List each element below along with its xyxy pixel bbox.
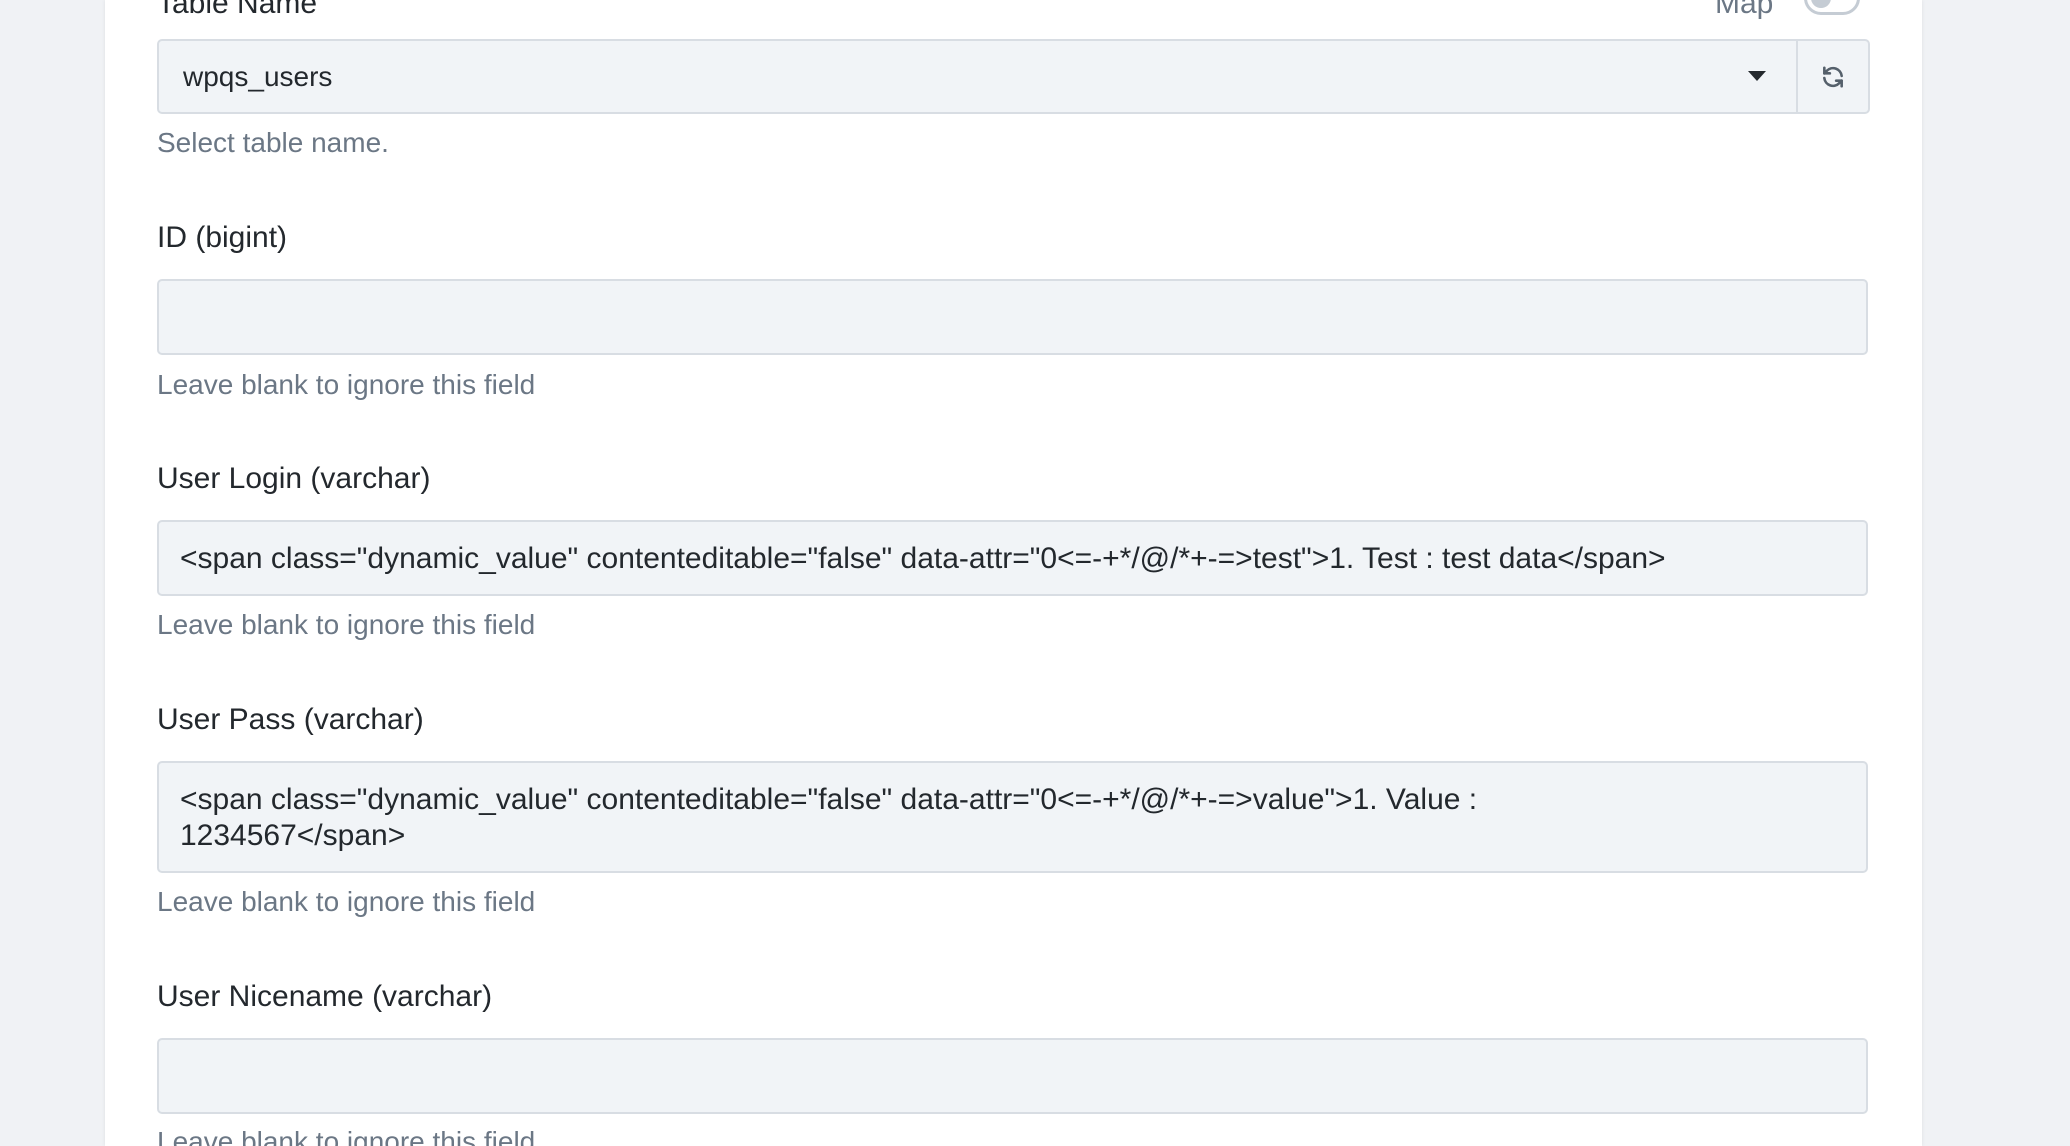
map-label: Map bbox=[1715, 0, 1774, 20]
refresh-tables-button[interactable] bbox=[1798, 39, 1870, 114]
map-toggle[interactable] bbox=[1804, 0, 1860, 15]
user-login-label: User Login (varchar) bbox=[157, 462, 431, 495]
id-field-input[interactable] bbox=[157, 279, 1868, 355]
refresh-icon bbox=[1823, 65, 1843, 88]
user-nicename-input[interactable] bbox=[157, 1038, 1868, 1114]
user-login-value: <span class="dynamic_value" contentedita… bbox=[180, 542, 1666, 575]
user-login-input[interactable]: <span class="dynamic_value" contentedita… bbox=[157, 520, 1868, 596]
toggle-knob bbox=[1811, 0, 1831, 8]
user-pass-label: User Pass (varchar) bbox=[157, 703, 424, 736]
user-nicename-label: User Nicename (varchar) bbox=[157, 980, 493, 1013]
chevron-down-icon bbox=[1748, 71, 1766, 81]
user-pass-input[interactable]: <span class="dynamic_value" contentedita… bbox=[157, 761, 1868, 873]
user-nicename-help: Leave blank to ignore this field bbox=[157, 1126, 536, 1146]
id-field-label: ID (bigint) bbox=[157, 221, 288, 254]
user-pass-value: <span class="dynamic_value" contentedita… bbox=[180, 783, 1478, 852]
table-name-label: Table Name bbox=[157, 0, 318, 20]
user-login-help: Leave blank to ignore this field bbox=[157, 609, 536, 640]
form-card: Table Name Map wpqs_users Select table n… bbox=[105, 0, 1922, 1146]
table-name-selected-value: wpqs_users bbox=[183, 61, 333, 92]
table-name-select[interactable]: wpqs_users bbox=[157, 39, 1798, 114]
user-pass-help: Leave blank to ignore this field bbox=[157, 886, 536, 917]
id-field-help: Leave blank to ignore this field bbox=[157, 369, 536, 400]
table-name-help: Select table name. bbox=[157, 127, 389, 158]
